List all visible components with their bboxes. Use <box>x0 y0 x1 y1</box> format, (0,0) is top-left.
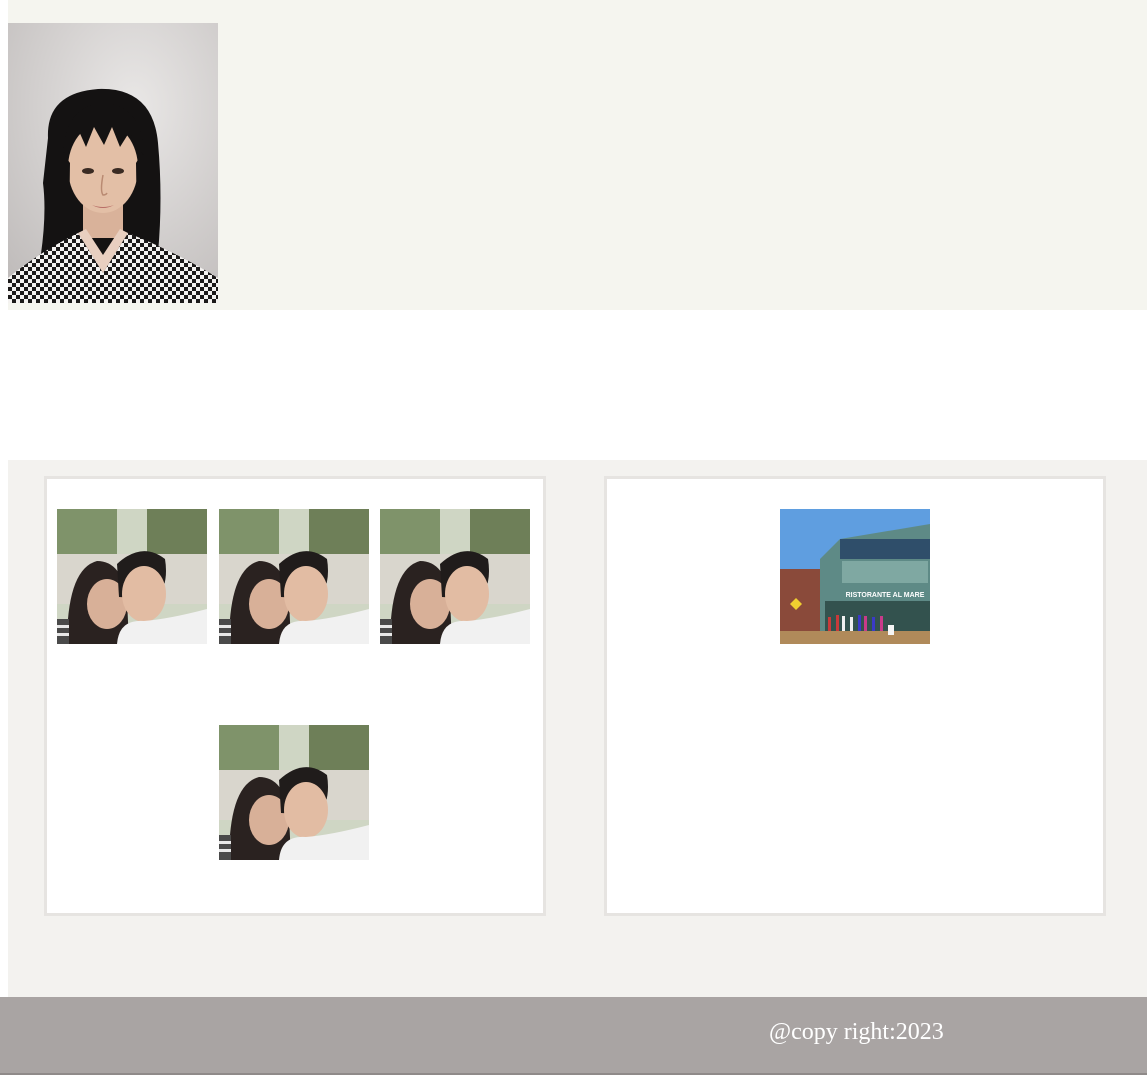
gallery-section: RISTORANTE AL MARE <box>8 460 1147 997</box>
restaurant-photo[interactable]: RISTORANTE AL MARE <box>780 509 930 644</box>
selfie-photo[interactable] <box>219 725 369 860</box>
selfie-photo[interactable] <box>219 509 369 644</box>
selfie-photo[interactable] <box>57 509 207 644</box>
restaurant-sign-text: RISTORANTE AL MARE <box>846 592 925 599</box>
gallery-card-selfies <box>44 476 546 916</box>
header-section <box>8 0 1147 310</box>
page: RISTORANTE AL MARE @copy right:2023 <box>0 0 1147 1075</box>
copyright-text: @copy right:2023 <box>769 1019 944 1045</box>
profile-photo <box>8 23 218 303</box>
gallery-card-restaurant: RISTORANTE AL MARE <box>604 476 1106 916</box>
footer: @copy right:2023 <box>0 997 1147 1075</box>
selfie-photo[interactable] <box>380 509 530 644</box>
